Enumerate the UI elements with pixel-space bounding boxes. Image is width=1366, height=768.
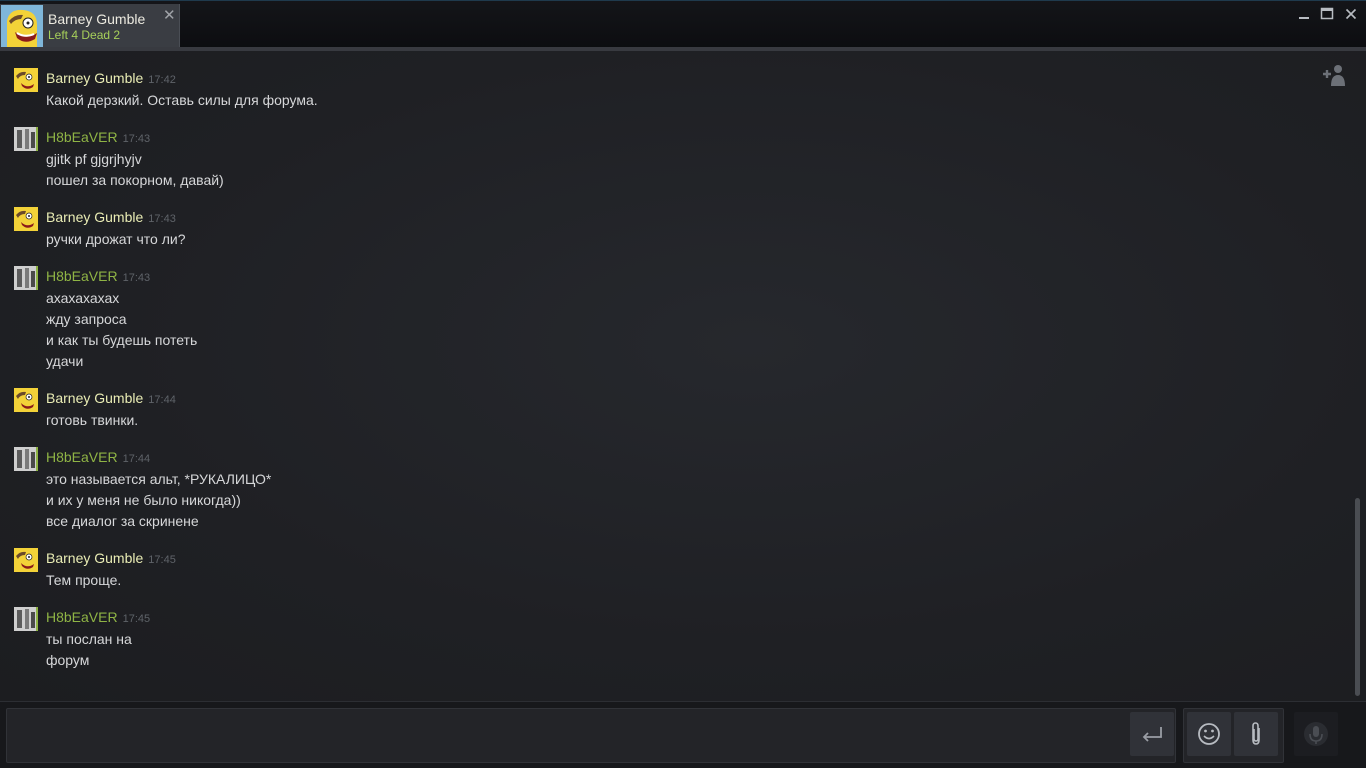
message-timestamp: 17:44: [148, 394, 176, 406]
avatar[interactable]: [14, 607, 38, 631]
avatar: [1, 5, 43, 47]
message-author[interactable]: H8bEaVER: [46, 129, 118, 145]
emoticon-button[interactable]: [1187, 712, 1231, 756]
smiley-icon: [1198, 723, 1220, 745]
message-author[interactable]: H8bEaVER: [46, 449, 118, 465]
message-text: и их у меня не было никогда)): [46, 492, 241, 508]
message-author[interactable]: H8bEaVER: [46, 268, 118, 284]
send-button[interactable]: [1130, 712, 1174, 756]
message-timestamp: 17:43: [122, 272, 151, 284]
message-author[interactable]: Barney Gumble: [46, 550, 143, 566]
avatar[interactable]: [14, 68, 38, 92]
message-text: ахахахахах: [46, 290, 120, 306]
message-author[interactable]: Barney Gumble: [46, 70, 143, 86]
h8bever-avatar-icon: [14, 127, 38, 151]
message-text: Тем проще.: [46, 572, 122, 588]
message-text: Какой дерзкий. Оставь силы для форума.: [46, 92, 318, 108]
message-text: все диалог за скринене: [46, 513, 199, 529]
message-text: gjitk pf gjgrjhyjv: [46, 151, 142, 167]
message-text: это называется альт, *РУКАЛИЦО*: [46, 471, 272, 487]
avatar[interactable]: [14, 548, 38, 572]
avatar[interactable]: [14, 207, 38, 231]
paperclip-icon: [1252, 722, 1260, 745]
maximize-button[interactable]: [1319, 6, 1335, 22]
tab-game-status: Left 4 Dead 2: [48, 28, 121, 42]
h8bever-avatar-icon: [14, 266, 38, 290]
window-close-button[interactable]: [1343, 6, 1359, 22]
avatar[interactable]: [14, 266, 38, 290]
message-timestamp: 17:44: [122, 453, 151, 465]
title-bar: Barney Gumble Left 4 Dead 2 ✕: [0, 0, 1366, 49]
close-tab-icon[interactable]: ✕: [163, 8, 176, 24]
message-timestamp: 17:45: [148, 554, 176, 566]
composer: [0, 701, 1366, 768]
barney-avatar-icon: [14, 207, 38, 231]
add-friend-icon: [1323, 65, 1345, 86]
avatar[interactable]: [14, 127, 38, 151]
scrollbar-thumb[interactable]: [1355, 498, 1360, 696]
chat-window: Barney Gumble Left 4 Dead 2 ✕ Barney Gum…: [0, 0, 1366, 768]
barney-avatar-icon: [1, 5, 43, 47]
message-text: готовь твинки.: [46, 412, 139, 428]
message-author[interactable]: Barney Gumble: [46, 209, 143, 225]
maximize-icon: [1320, 7, 1334, 20]
message-text: ручки дрожат что ли?: [46, 231, 186, 247]
tab-contact-name: Barney Gumble: [48, 11, 146, 27]
message-author[interactable]: H8bEaVER: [46, 609, 118, 625]
message-text: жду запроса: [46, 311, 127, 327]
attach-button[interactable]: [1234, 712, 1278, 756]
h8bever-avatar-icon: [14, 447, 38, 471]
avatar[interactable]: [14, 388, 38, 412]
h8bever-avatar-icon: [14, 607, 38, 631]
minimize-icon: [1299, 17, 1309, 19]
enter-icon: [1142, 727, 1162, 742]
message-text: удачи: [46, 353, 84, 369]
message-text: и как ты будешь потеть: [46, 332, 198, 348]
message-timestamp: 17:43: [122, 133, 151, 145]
voice-chat-button[interactable]: [1294, 712, 1338, 756]
barney-avatar-icon: [14, 68, 38, 92]
message-text: пошел за покорном, давай): [46, 172, 224, 188]
message-timestamp: 17:42: [148, 74, 176, 86]
message-input[interactable]: [6, 708, 1176, 763]
message-list[interactable]: Barney Gumble 17:42 Какой дерзкий. Оставь…: [0, 51, 1366, 701]
message-text: форум: [46, 652, 90, 668]
message-timestamp: 17:45: [122, 613, 151, 625]
avatar[interactable]: [14, 447, 38, 471]
chat-tab-barney-gumble[interactable]: Barney Gumble Left 4 Dead 2 ✕: [0, 4, 180, 49]
message-text: ты послан на: [46, 631, 132, 647]
message-author[interactable]: Barney Gumble: [46, 390, 143, 406]
minimize-button[interactable]: [1296, 6, 1312, 22]
microphone-icon: [1304, 722, 1328, 746]
add-friend-button[interactable]: [1320, 61, 1348, 89]
barney-avatar-icon: [14, 548, 38, 572]
message-timestamp: 17:43: [148, 213, 176, 225]
barney-avatar-icon: [14, 388, 38, 412]
close-icon: [1345, 8, 1357, 20]
